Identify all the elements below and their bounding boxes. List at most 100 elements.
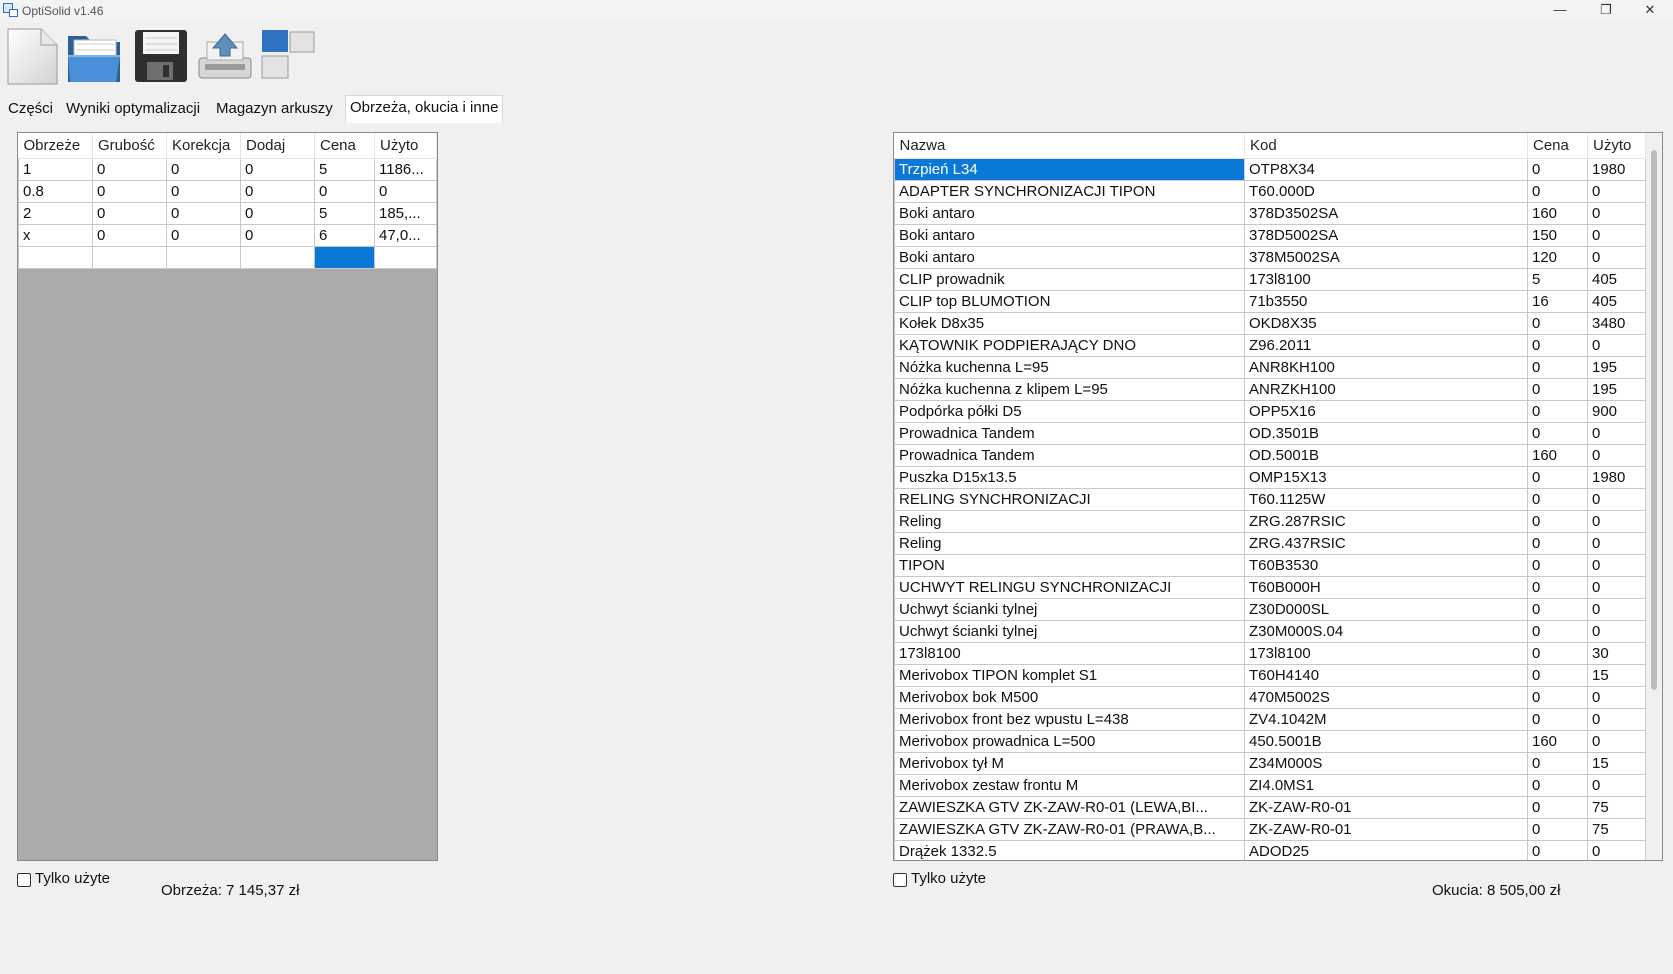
table-cell[interactable]: 405 (1587, 290, 1646, 313)
table-row[interactable]: Boki antaro 378D5002SA 150 0 (894, 224, 1646, 247)
table-cell[interactable]: 1980 (1587, 158, 1646, 181)
close-icon[interactable]: ✕ (1627, 0, 1673, 22)
table-cell[interactable]: Merivobox tył M (894, 752, 1245, 775)
table-cell[interactable]: ZAWIESZKA GTV ZK-ZAW-R0-01 (LEWA,BI... (894, 796, 1245, 819)
table-cell[interactable]: 0 (1527, 488, 1588, 511)
table-cell[interactable]: T60B000H (1244, 576, 1528, 599)
new-file-button[interactable] (5, 26, 61, 86)
table-row[interactable]: Puszka D15x13.5 OMP15X13 0 1980 (894, 466, 1646, 489)
table-cell[interactable]: 3480 (1587, 312, 1646, 335)
tab-obrzeza-okucia[interactable]: Obrzeża, okucia i inne (345, 95, 504, 124)
table-cell[interactable]: TIPON (894, 554, 1245, 577)
table-cell[interactable]: 120 (1527, 246, 1588, 269)
table-row[interactable]: 2 0 0 0 5 185,... (18, 202, 437, 225)
table-cell[interactable]: 470M5002S (1244, 686, 1528, 709)
table-row[interactable] (18, 246, 437, 269)
table-cell[interactable]: 0 (1527, 466, 1588, 489)
table-row[interactable]: x 0 0 0 6 47,0... (18, 224, 437, 247)
table-cell[interactable]: RELING SYNCHRONIZACJI (894, 488, 1245, 511)
table-cell[interactable]: ZK-ZAW-R0-01 (1244, 796, 1528, 819)
table-row[interactable]: Merivobox tył M Z34M000S 0 15 (894, 752, 1646, 775)
table-row[interactable]: Trzpień L34 OTP8X34 0 1980 (894, 158, 1646, 181)
table-row[interactable]: Prowadnica Tandem OD.3501B 0 0 (894, 422, 1646, 445)
table-cell[interactable]: 5 (314, 158, 375, 181)
table-cell[interactable]: 185,... (374, 202, 437, 225)
table-cell[interactable]: Merivobox front bez wpustu L=438 (894, 708, 1245, 731)
table-row[interactable]: Uchwyt ścianki tylnej Z30D000SL 0 0 (894, 598, 1646, 621)
table-row[interactable]: Merivobox prowadnica L=500 450.5001B 160 0 (894, 730, 1646, 753)
table-cell[interactable]: Reling (894, 510, 1245, 533)
table-cell[interactable] (240, 246, 315, 269)
table-cell[interactable]: 0 (1527, 576, 1588, 599)
table-cell[interactable]: OD.3501B (1244, 422, 1528, 445)
hardware-grid[interactable]: Nazwa Kod Cena Użyto Trzpień L34 OTP8X34 0… (893, 132, 1663, 861)
table-cell[interactable]: 0 (1527, 510, 1588, 533)
table-cell[interactable]: Merivobox prowadnica L=500 (894, 730, 1245, 753)
table-cell[interactable]: Uchwyt ścianki tylnej (894, 620, 1245, 643)
table-cell[interactable]: Kołek D8x35 (894, 312, 1245, 335)
table-row[interactable]: KĄTOWNIK PODPIERAJĄCY DNO Z96.2011 0 0 (894, 334, 1646, 357)
table-row[interactable]: TIPON T60B3530 0 0 (894, 554, 1646, 577)
table-cell[interactable]: 15 (1587, 752, 1646, 775)
only-used-checkbox-right[interactable] (893, 873, 907, 887)
table-row[interactable]: Drążek 1332.5 ADOD25 0 0 (894, 840, 1646, 860)
table-cell[interactable]: Merivobox TIPON komplet S1 (894, 664, 1245, 687)
table-cell[interactable]: 0 (1587, 554, 1646, 577)
table-cell[interactable]: 0 (1527, 598, 1588, 621)
table-cell[interactable]: KĄTOWNIK PODPIERAJĄCY DNO (894, 334, 1245, 357)
table-cell[interactable]: 0 (1527, 422, 1588, 445)
column-header[interactable]: Dodaj (240, 133, 315, 159)
table-cell[interactable]: 160 (1527, 730, 1588, 753)
table-cell[interactable]: 0 (1587, 686, 1646, 709)
table-cell[interactable]: UCHWYT RELINGU SYNCHRONIZACJI (894, 576, 1245, 599)
table-cell[interactable]: 16 (1527, 290, 1588, 313)
windows-layout-button[interactable] (260, 26, 316, 86)
table-cell[interactable]: Merivobox zestaw frontu M (894, 774, 1245, 797)
table-cell[interactable]: 0 (92, 180, 167, 203)
table-cell[interactable]: 0 (1527, 686, 1588, 709)
table-cell[interactable]: Merivobox bok M500 (894, 686, 1245, 709)
table-cell[interactable]: 0 (1527, 840, 1588, 860)
table-row[interactable]: Reling ZRG.287RSIC 0 0 (894, 510, 1646, 533)
table-cell[interactable]: 0 (1587, 576, 1646, 599)
table-cell[interactable]: 173l8100 (1244, 268, 1528, 291)
table-row[interactable]: Boki antaro 378D3502SA 160 0 (894, 202, 1646, 225)
table-row[interactable]: 0.8 0 0 0 0 0 (18, 180, 437, 203)
table-cell[interactable]: 195 (1587, 356, 1646, 379)
scrollbar-thumb[interactable] (1651, 150, 1657, 690)
table-cell[interactable]: 160 (1527, 202, 1588, 225)
table-cell[interactable]: 5 (314, 202, 375, 225)
table-cell[interactable]: ZI4.0MS1 (1244, 774, 1528, 797)
table-row[interactable]: Merivobox bok M500 470M5002S 0 0 (894, 686, 1646, 709)
table-cell[interactable]: 0 (1587, 840, 1646, 860)
table-cell[interactable]: 450.5001B (1244, 730, 1528, 753)
table-cell[interactable]: 0 (1587, 488, 1646, 511)
table-cell[interactable]: 0 (1527, 158, 1588, 181)
table-cell[interactable]: OPP5X16 (1244, 400, 1528, 423)
table-cell[interactable]: Puszka D15x13.5 (894, 466, 1245, 489)
table-cell[interactable]: 0 (92, 202, 167, 225)
table-cell[interactable]: 0.8 (18, 180, 93, 203)
table-cell[interactable]: ANR8KH100 (1244, 356, 1528, 379)
table-cell[interactable]: ANRZKH100 (1244, 378, 1528, 401)
table-cell[interactable]: 900 (1587, 400, 1646, 423)
column-header[interactable]: Nazwa (894, 133, 1245, 159)
table-cell[interactable]: 378D5002SA (1244, 224, 1528, 247)
table-row[interactable]: Kołek D8x35 OKD8X35 0 3480 (894, 312, 1646, 335)
table-cell[interactable]: 405 (1587, 268, 1646, 291)
table-cell[interactable]: ADOD25 (1244, 840, 1528, 860)
table-cell[interactable]: CLIP prowadnik (894, 268, 1245, 291)
table-cell[interactable] (166, 246, 241, 269)
table-cell[interactable]: x (18, 224, 93, 247)
table-cell[interactable]: 1186... (374, 158, 437, 181)
tab-magazyn-arkuszy[interactable]: Magazyn arkuszy (212, 97, 337, 122)
table-cell[interactable]: CLIP top BLUMOTION (894, 290, 1245, 313)
table-cell[interactable]: 1980 (1587, 466, 1646, 489)
table-cell[interactable]: 173l8100 (894, 642, 1245, 665)
open-folder-button[interactable] (66, 26, 122, 86)
table-row[interactable]: CLIP prowadnik 173l8100 5 405 (894, 268, 1646, 291)
table-cell[interactable]: 1 (18, 158, 93, 181)
table-cell[interactable]: Reling (894, 532, 1245, 555)
table-cell[interactable]: Uchwyt ścianki tylnej (894, 598, 1245, 621)
table-cell[interactable]: OKD8X35 (1244, 312, 1528, 335)
